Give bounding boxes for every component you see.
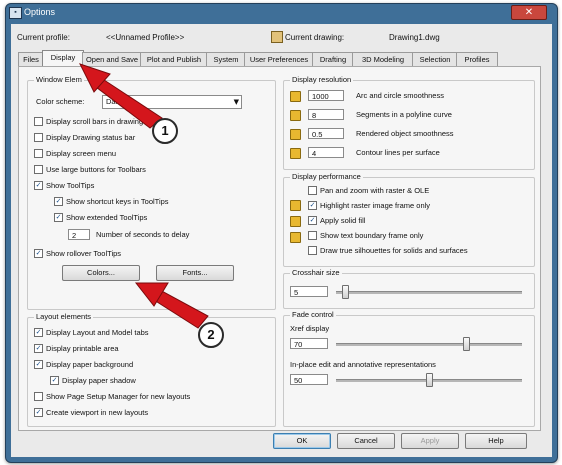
- annotation-arrows: [79, 63, 209, 329]
- arrow-1-shaft: [91, 75, 163, 129]
- callout-arrow-2: [134, 282, 209, 329]
- callout-badge-2: 2: [198, 322, 224, 348]
- arrow-2-shaft: [153, 289, 209, 329]
- callout-badge-1: 1: [152, 118, 178, 144]
- callout-arrow-1: [79, 63, 163, 129]
